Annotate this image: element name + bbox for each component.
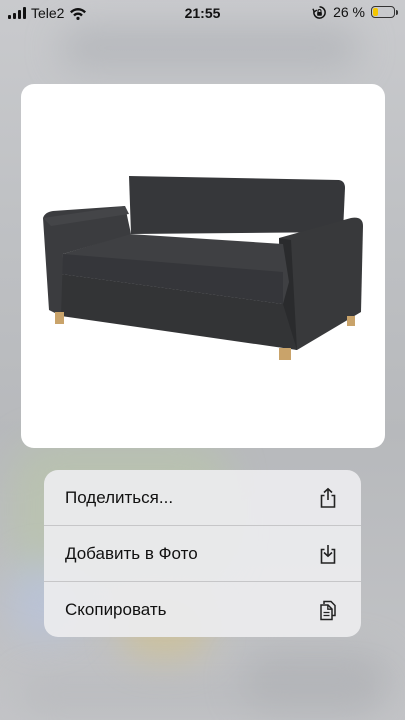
menu-item-share[interactable]: Поделиться... <box>44 470 361 525</box>
context-menu: Поделиться... Добавить в Фото Скопироват… <box>44 470 361 637</box>
menu-item-label: Поделиться... <box>65 487 174 507</box>
orientation-lock-icon <box>312 5 326 19</box>
blurred-shape <box>60 28 360 68</box>
status-right: 26 % <box>312 4 398 20</box>
menu-item-copy[interactable]: Скопировать <box>44 582 361 637</box>
save-to-photos-icon <box>317 543 339 565</box>
image-preview[interactable] <box>21 84 385 448</box>
menu-item-add-to-photos[interactable]: Добавить в Фото <box>44 526 361 581</box>
share-icon <box>317 487 339 509</box>
copy-icon <box>317 599 339 621</box>
menu-item-label: Скопировать <box>65 599 167 619</box>
menu-item-label: Добавить в Фото <box>65 543 198 563</box>
sofa-image <box>43 176 363 360</box>
battery-percent: 26 % <box>333 4 365 20</box>
status-bar: Tele2 21:55 26 % <box>0 0 405 26</box>
battery-icon <box>371 6 398 18</box>
battery-fill <box>373 8 378 16</box>
blurred-shape <box>20 680 380 710</box>
